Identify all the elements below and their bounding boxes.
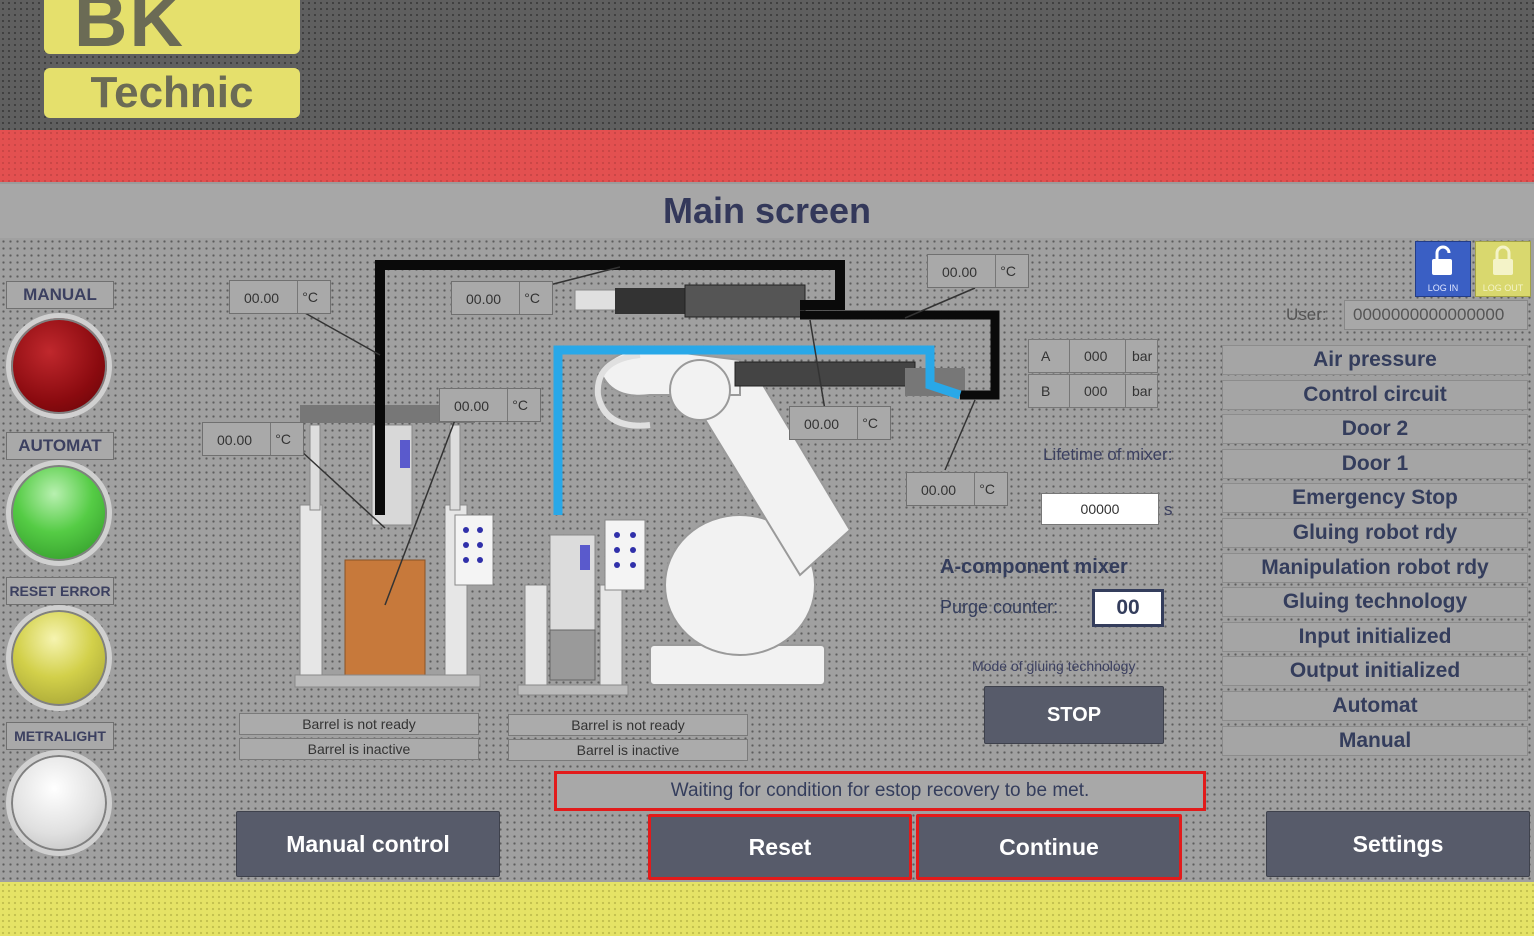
purge-counter-value: 00 [1092,589,1164,627]
purge-counter-label: Purge counter: [940,597,1059,617]
gluing-mode-label: Mode of gluing technology [972,658,1136,674]
temp-display-mixer: 00.00 °C [906,472,1008,506]
login-button[interactable]: LOG IN [1415,241,1471,297]
user-value: 0000000000000000 [1344,300,1528,330]
status-output-initialized: Output initialized [1222,656,1528,687]
status-door-1: Door 1 [1222,448,1528,479]
status-control-circuit: Control circuit [1222,379,1528,410]
temp-display-hose-top: 00.00 °C [451,281,553,315]
status-manipulation-robot: Manipulation robot rdy [1222,552,1528,583]
temp-display-barrel-left-hose: 00.00 °C [229,280,331,314]
status-list: Air pressure Control circuit Door 2 Door… [1222,345,1528,760]
barrel-right-active-status: Barrel is inactive [508,739,748,761]
barrel-right-ready-status: Barrel is not ready [508,714,748,736]
manual-control-button[interactable]: Manual control [236,811,500,877]
status-automat: Automat [1222,690,1528,721]
continue-button[interactable]: Continue [916,814,1182,880]
reset-button[interactable]: Reset [648,814,912,880]
robot-arm [594,348,852,686]
unlock-icon [1432,245,1452,275]
status-emergency-stop: Emergency Stop [1222,483,1528,514]
mixer-lifetime-unit: s [1164,500,1173,519]
pressure-a-display: A 000 bar [1028,339,1158,373]
mixer-lifetime-label: Lifetime of mixer: [1043,445,1173,464]
status-manual: Manual [1222,725,1528,756]
status-input-initialized: Input initialized [1222,621,1528,652]
temp-display-barrel-left-plate: 00.00 °C [439,388,541,422]
logout-button[interactable]: LOG OUT [1475,241,1531,297]
status-door-2: Door 2 [1222,414,1528,445]
temp-display-gun-mid: 00.00 °C [789,406,891,440]
mixer-lifetime-value: 00000 [1041,493,1159,525]
status-message: Waiting for condition for estop recovery… [554,771,1206,811]
component-mixer-label: A-component mixer [940,556,1128,578]
stop-button[interactable]: STOP [984,686,1164,744]
pressure-b-display: B 000 bar [1028,374,1158,408]
status-air-pressure: Air pressure [1222,345,1528,375]
temp-display-gun-top: 00.00 °C [927,254,1029,288]
status-gluing-technology: Gluing technology [1222,587,1528,618]
status-gluing-robot: Gluing robot rdy [1222,517,1528,548]
settings-button[interactable]: Settings [1266,811,1530,877]
user-label: User: [1286,305,1327,324]
barrel-pump-right [517,519,646,696]
barrel-pump-left [294,405,494,688]
temp-display-barrel-left-pump: 00.00 °C [202,422,304,456]
lock-icon [1493,245,1513,275]
barrel-left-active-status: Barrel is inactive [239,738,479,760]
barrel-left-ready-status: Barrel is not ready [239,713,479,735]
